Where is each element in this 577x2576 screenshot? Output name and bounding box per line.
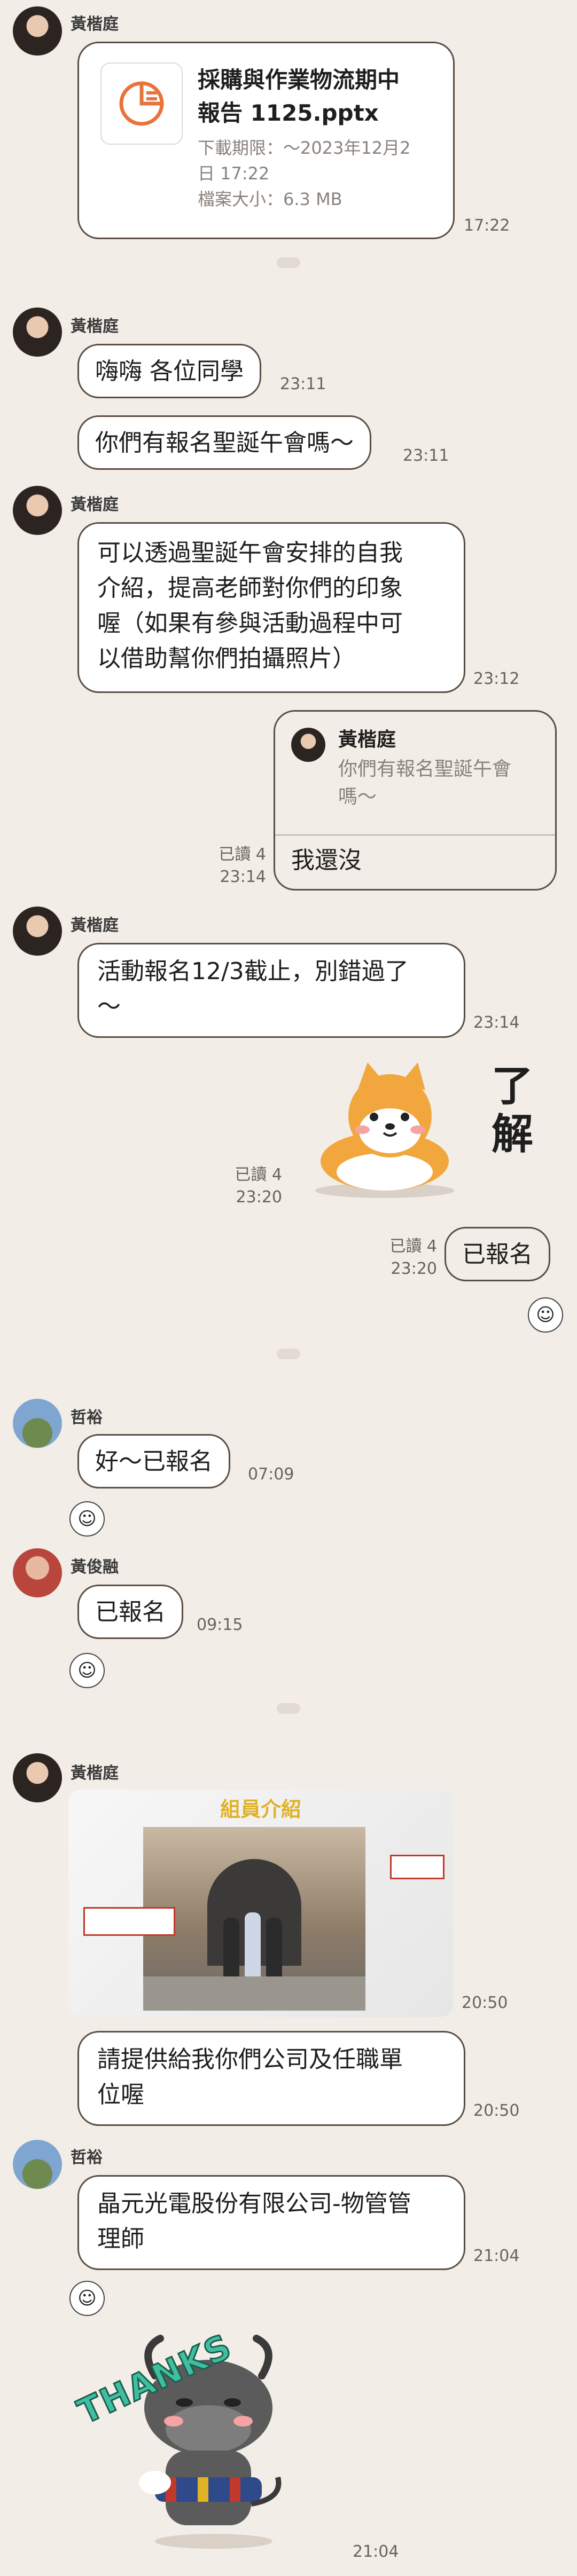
avatar-huang-kaiting[interactable] xyxy=(13,907,62,956)
message-time: 23:20 xyxy=(236,1188,282,1207)
sticker-caption-line2: 解 xyxy=(492,1110,534,1159)
avatar-huang-kaiting[interactable] xyxy=(13,6,62,56)
sticker-caption: 了 解 xyxy=(492,1062,533,1159)
message-bubble[interactable]: 好～已報名 xyxy=(77,1434,230,1488)
message-time: 23:11 xyxy=(280,375,326,393)
message-bubble[interactable]: 活動報名12/3截止，別錯過了 ～ xyxy=(77,943,465,1038)
message-bubble[interactable]: 晶元光電股份有限公司-物管管 理師 xyxy=(77,2175,465,2270)
reply-quote-line1: 你們有報名聖誕午會 xyxy=(338,758,512,780)
pptx-file-icon xyxy=(100,62,183,145)
file-expire-line2: 日 17:22 xyxy=(198,163,270,184)
photo-title: 組員介紹 xyxy=(220,1798,301,1821)
date-separator xyxy=(277,1349,300,1359)
message-time: 21:04 xyxy=(353,2542,399,2561)
message-bubble[interactable]: 你們有報名聖誕午會嗎～ xyxy=(77,415,371,470)
group-photo-image[interactable]: 組員介紹 xyxy=(68,1790,453,2017)
message-time: 23:20 xyxy=(391,1259,437,1278)
read-count: 已讀 4 xyxy=(219,845,266,864)
read-count: 已讀 4 xyxy=(235,1165,282,1184)
avatar-huang-kaiting[interactable] xyxy=(13,486,62,535)
message-line: ～ xyxy=(97,993,121,1020)
avatar-zheyu[interactable] xyxy=(13,1399,62,1448)
file-name: 採購與作業物流期中 報告 1125.pptx xyxy=(198,64,400,130)
read-receipt: 已讀 4 23:14 xyxy=(203,844,266,888)
photo-building xyxy=(143,1827,365,2011)
message-line: 可以透過聖誕午會安排的自我 xyxy=(97,539,403,566)
message-bubble[interactable]: 可以透過聖誕午會安排的自我 介紹，提高老師對你們的印象 喔（如果有參與活動過程中… xyxy=(77,522,465,693)
sticker-caption-line1: 了 xyxy=(492,1062,534,1110)
message-bubble[interactable]: 已報名 xyxy=(77,1585,183,1639)
message-time: 23:14 xyxy=(473,1013,520,1032)
thanks-bull-sticker[interactable]: THANKS xyxy=(71,2326,342,2552)
message-bubble[interactable]: 嗨嗨 各位同學 xyxy=(77,344,261,398)
message-line: 活動報名12/3截止，別錯過了 xyxy=(97,958,409,985)
name-label-left xyxy=(83,1907,175,1936)
smile-reaction-icon[interactable]: ☺ xyxy=(69,1653,105,1688)
sender-name: 黃楷庭 xyxy=(71,1764,119,1783)
reply-avatar xyxy=(291,728,325,762)
sender-name: 哲裕 xyxy=(71,1408,103,1427)
read-receipt: 已讀 4 23:20 xyxy=(219,1164,282,1209)
avatar-huang-junrong[interactable] xyxy=(13,1548,62,1597)
outgoing-message-bubble[interactable]: 已報名 xyxy=(445,1227,550,1281)
message-line: 以借助幫你們拍攝照片） xyxy=(97,645,356,672)
reply-sender: 黃楷庭 xyxy=(338,729,396,751)
sender-name: 哲裕 xyxy=(71,2148,103,2167)
message-line: 位喔 xyxy=(97,2081,144,2108)
avatar-zheyu[interactable] xyxy=(13,2140,62,2189)
message-line: 喔（如果有參與活動過程中可 xyxy=(97,610,403,637)
file-expire-line1: 下載期限：～2023年12月2 xyxy=(198,138,411,158)
message-line: 請提供給我你們公司及任職單 xyxy=(97,2046,403,2073)
read-count: 已讀 4 xyxy=(389,1237,437,1256)
message-time: 23:11 xyxy=(403,446,449,465)
sender-name: 黃楷庭 xyxy=(71,317,119,336)
smile-reaction-icon[interactable]: ☺ xyxy=(69,1501,105,1537)
smile-reaction-icon[interactable]: ☺ xyxy=(69,2281,105,2316)
message-time: 20:50 xyxy=(473,2101,520,2120)
name-label-right xyxy=(390,1855,445,1879)
file-meta: 下載期限：～2023年12月2 日 17:22 檔案大小：6.3 MB xyxy=(198,135,411,212)
message-time: 20:50 xyxy=(462,1994,508,2012)
message-time: 17:22 xyxy=(464,216,510,235)
message-time: 21:04 xyxy=(473,2247,520,2265)
file-size: 檔案大小：6.3 MB xyxy=(198,189,342,209)
avatar-huang-kaiting[interactable] xyxy=(13,1753,62,1802)
message-time: 23:12 xyxy=(473,669,520,688)
reply-quote-line2: 嗎～ xyxy=(338,786,377,808)
file-name-line2: 報告 1125.pptx xyxy=(198,100,379,126)
message-time: 09:15 xyxy=(197,1616,243,1634)
date-separator xyxy=(277,257,300,268)
reply-divider xyxy=(275,834,555,836)
shiba-sticker[interactable]: 了 解 xyxy=(299,1057,550,1207)
message-bubble[interactable]: 請提供給我你們公司及任職單 位喔 xyxy=(77,2031,465,2126)
reply-quote: 你們有報名聖誕午會 嗎～ xyxy=(338,755,511,811)
sender-name: 黃楷庭 xyxy=(71,916,119,935)
sender-name: 黃俊融 xyxy=(71,1558,119,1577)
sender-name: 黃楷庭 xyxy=(71,15,119,34)
file-name-line1: 採購與作業物流期中 xyxy=(198,67,400,93)
date-separator xyxy=(277,1703,300,1714)
sender-name: 黃楷庭 xyxy=(71,495,119,514)
reply-text: 我還沒 xyxy=(291,847,362,874)
message-line: 晶元光電股份有限公司-物管管 xyxy=(97,2190,411,2217)
avatar-huang-kaiting[interactable] xyxy=(13,308,62,357)
read-receipt: 已讀 4 23:20 xyxy=(374,1235,437,1280)
message-time: 23:14 xyxy=(220,868,266,886)
file-message-bubble[interactable]: 採購與作業物流期中 報告 1125.pptx 下載期限：～2023年12月2 日… xyxy=(77,42,455,239)
message-line: 介紹，提高老師對你們的印象 xyxy=(97,574,403,602)
smile-reaction-icon[interactable]: ☺ xyxy=(528,1297,563,1333)
outgoing-reply-bubble[interactable]: 黃楷庭 你們有報名聖誕午會 嗎～ 我還沒 xyxy=(274,710,557,891)
message-line: 理師 xyxy=(97,2225,144,2252)
message-time: 07:09 xyxy=(248,1465,294,1484)
